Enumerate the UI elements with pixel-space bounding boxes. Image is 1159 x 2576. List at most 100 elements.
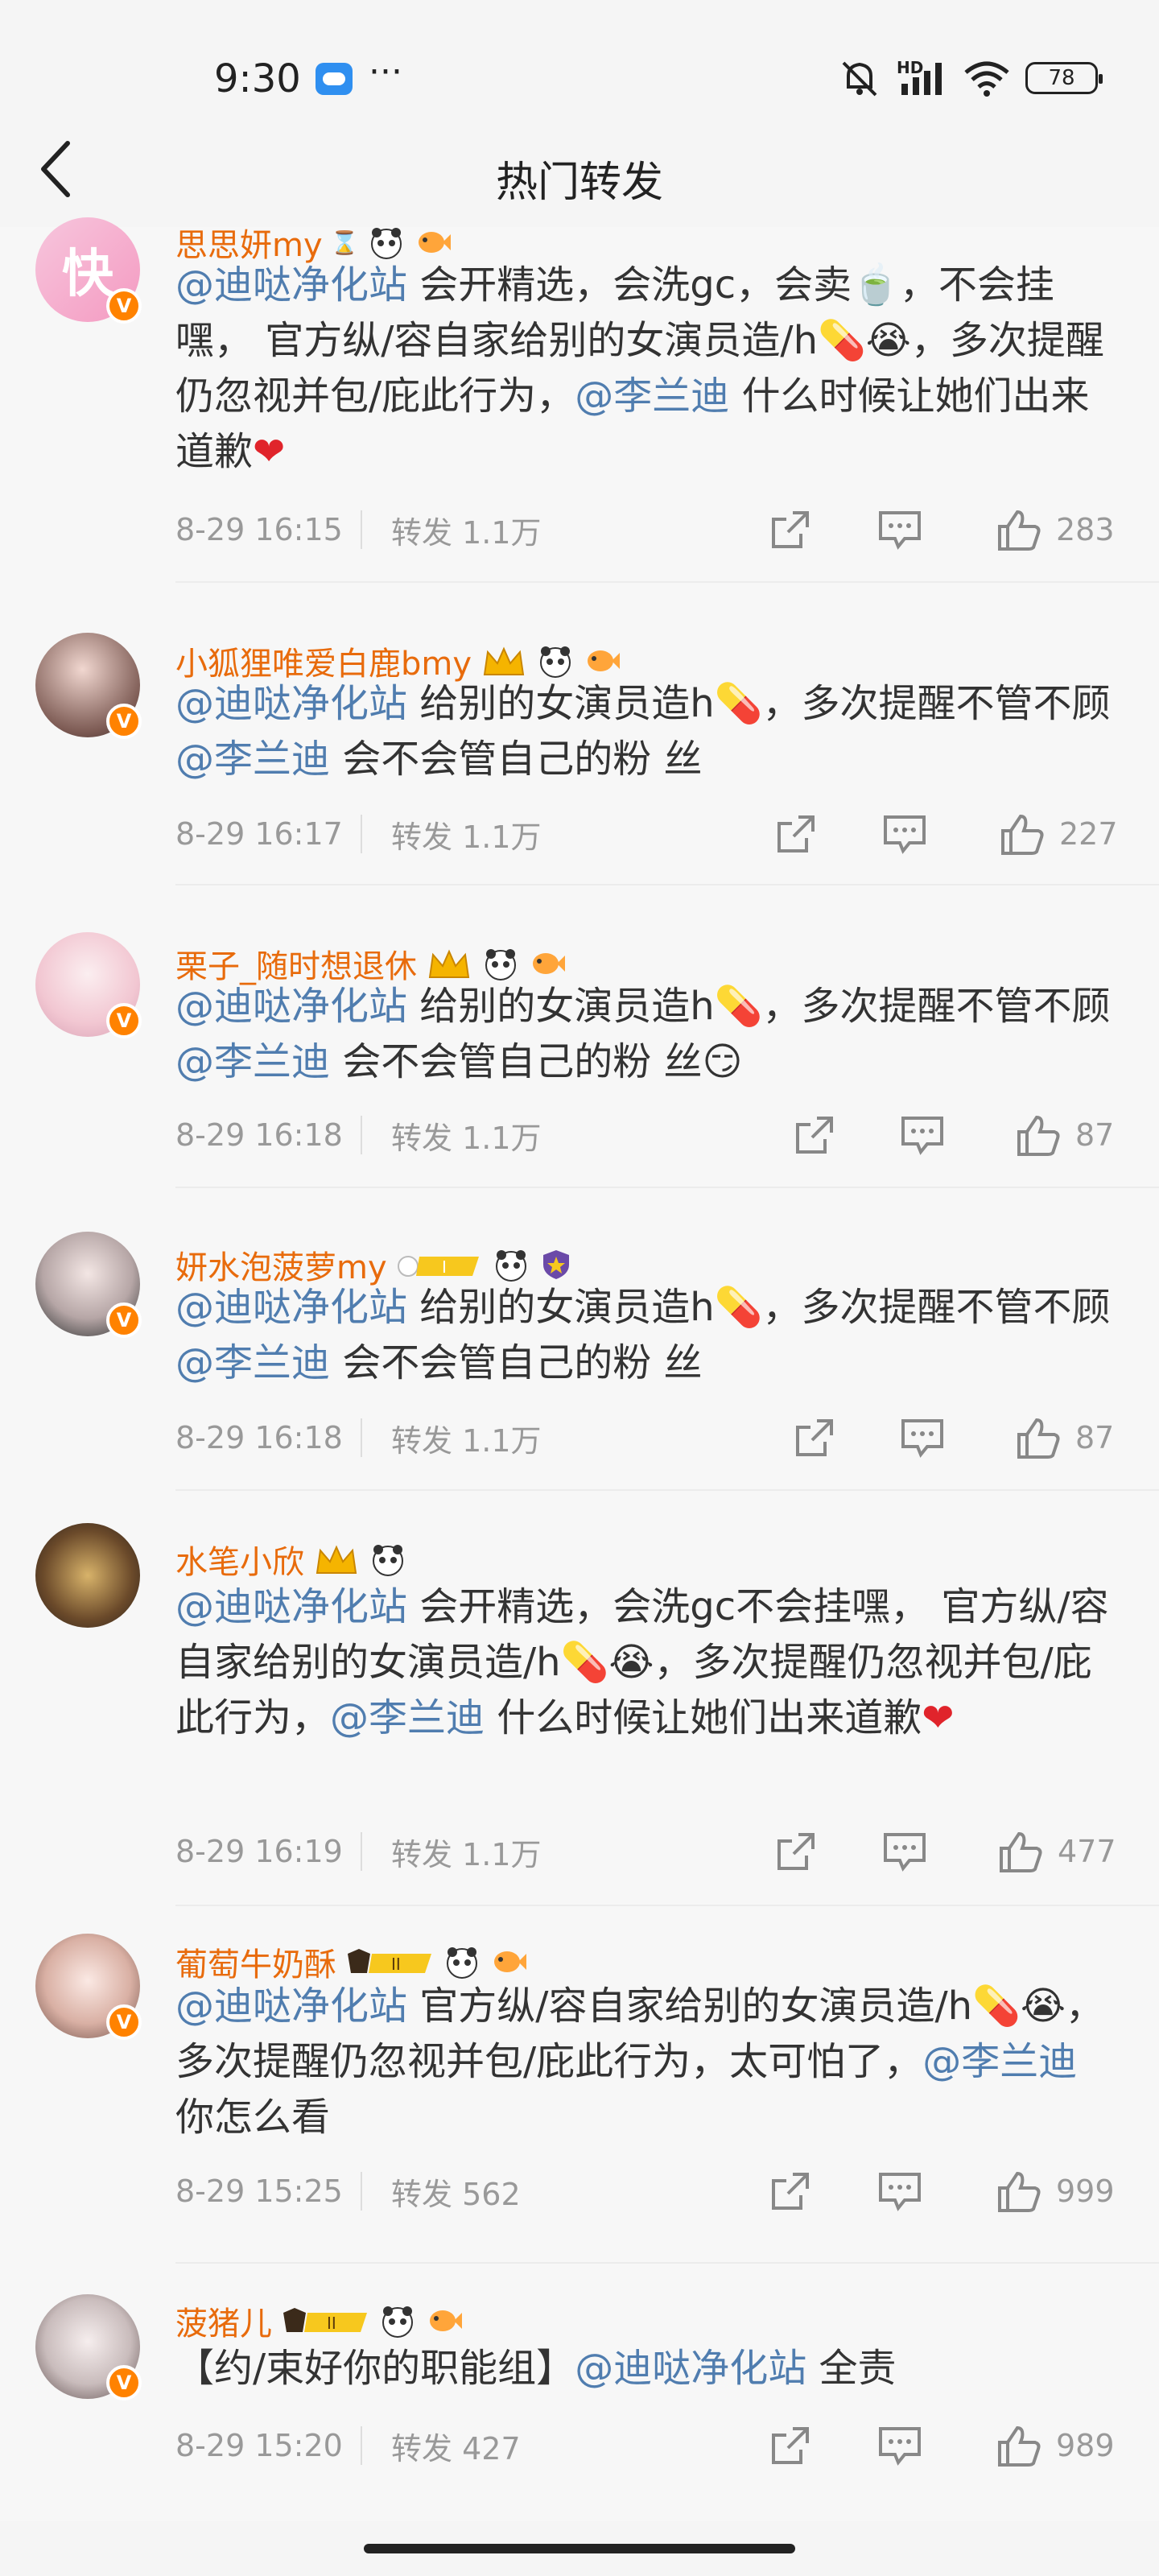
share-icon: [772, 2427, 809, 2464]
verified-badge-icon: V: [106, 2004, 142, 2040]
share-button[interactable]: [769, 2167, 812, 2215]
comment-icon: [879, 511, 921, 550]
comment-button[interactable]: [900, 1111, 945, 1159]
fish-icon: [533, 953, 565, 974]
status-icons: HD 78: [837, 58, 1103, 98]
like-button[interactable]: 999: [996, 2167, 1115, 2215]
battery-icon: 78: [1025, 62, 1103, 94]
comment-text: @迪哒净化站 会开精选，会洗gc，会卖🍵，不会挂嘿， 官方纵/容自家给别的女演员…: [175, 258, 1125, 480]
like-button[interactable]: 283: [996, 506, 1115, 554]
repost-list: 快 V 思思妍my ⌛ @迪哒净化站 会开精选，会洗gc，会卖🍵，不会挂嘿， 官…: [0, 217, 1159, 2521]
text-fragment: 会开精选，会洗gc，会卖: [407, 262, 852, 308]
comment-button[interactable]: [877, 506, 922, 554]
mention-link[interactable]: @李兰迪: [175, 1340, 330, 1385]
comment-text: @迪哒净化站 会开精选，会洗gc不会挂嘿， 官方纵/容自家给别的女演员造/h💊😭…: [175, 1579, 1125, 1746]
text-fragment: ，多次提醒不管不顾: [762, 1285, 1111, 1330]
mention-link[interactable]: @李兰迪: [922, 2039, 1077, 2084]
mention-link[interactable]: @迪哒净化站: [175, 262, 407, 308]
level-badge-icon: I: [397, 1256, 479, 1277]
text-fragment: 会不会管自己的粉 丝: [330, 1039, 703, 1084]
crying-icon: 😭: [865, 318, 911, 363]
avatar[interactable]: V: [35, 1934, 142, 2040]
mention-link[interactable]: @李兰迪: [575, 374, 729, 419]
mention-link[interactable]: @迪哒净化站: [575, 2346, 806, 2391]
page-title: 热门转发: [495, 159, 663, 207]
like-button[interactable]: 227: [1000, 810, 1118, 858]
share-button[interactable]: [769, 2421, 812, 2470]
share-button[interactable]: [769, 506, 812, 554]
avatar[interactable]: [35, 1523, 140, 1628]
separator: [361, 2426, 362, 2465]
share-button[interactable]: [774, 1827, 818, 1876]
list-item[interactable]: 水笔小欣 @迪哒净化站 会开精选，会洗gc不会挂嘿， 官方纵/容自家给别的女演员…: [0, 1491, 1159, 1906]
share-button[interactable]: [793, 1111, 836, 1159]
timestamp: 8-29 15:25: [175, 2174, 343, 2209]
panda-icon: [382, 2306, 413, 2338]
separator: [361, 1116, 362, 1154]
share-button[interactable]: [793, 1414, 836, 1462]
svg-text:II: II: [391, 1955, 401, 1974]
share-button[interactable]: [774, 810, 818, 858]
thumbs-up-icon: [1017, 1418, 1060, 1459]
text-fragment: 官方纵/容自家给别的女演员造/h: [407, 1984, 973, 2029]
mention-link[interactable]: @迪哒净化站: [175, 984, 407, 1029]
avatar[interactable]: 快 V: [35, 217, 142, 324]
comment-button[interactable]: [882, 1827, 927, 1876]
comment-icon: [901, 1419, 943, 1458]
verified-badge-icon: V: [106, 704, 142, 739]
panda-icon: [540, 646, 571, 678]
mention-link[interactable]: @迪哒净化站: [175, 1584, 407, 1629]
avatar[interactable]: V: [35, 1232, 142, 1338]
pill-icon: 💊: [714, 984, 763, 1029]
thumbs-up-icon: [998, 2171, 1041, 2212]
share-icon: [777, 1833, 815, 1870]
mention-link[interactable]: @李兰迪: [175, 737, 330, 782]
username[interactable]: 菠猪儿: [175, 2297, 272, 2344]
avatar[interactable]: V: [35, 633, 142, 739]
home-indicator[interactable]: [364, 2544, 795, 2553]
list-item[interactable]: V 菠猪儿 II 【约/束好你的职能组】@迪哒净化站 全责 8-29 15:20…: [0, 2264, 1159, 2521]
pill-icon: 💊: [560, 1640, 609, 1685]
thumbs-up-icon: [1017, 1115, 1060, 1156]
comment-button[interactable]: [900, 1414, 945, 1462]
like-count: 87: [1075, 1420, 1115, 1455]
timestamp: 8-29 16:17: [175, 816, 343, 852]
like-count: 477: [1058, 1834, 1116, 1869]
crying-icon: 😭: [1020, 1984, 1066, 2029]
hourglass-icon: ⌛: [330, 229, 359, 256]
mention-link[interactable]: @迪哒净化站: [175, 1984, 407, 2029]
like-button[interactable]: 87: [1016, 1414, 1114, 1462]
nav-bar: 热门转发: [0, 129, 1159, 227]
list-item[interactable]: V 葡萄牛奶酥 II @迪哒净化站 官方纵/容自家给别的女演员造/h💊😭，多次提…: [0, 1906, 1159, 2264]
like-button[interactable]: 989: [996, 2421, 1115, 2470]
repost-count: 转发 1.1万: [391, 819, 542, 855]
list-item[interactable]: V 小狐狸唯爱白鹿bmy @迪哒净化站 给别的女演员造h💊，多次提醒不管不顾@李…: [0, 583, 1159, 886]
thumbs-up-icon: [1001, 814, 1044, 855]
mention-link[interactable]: @李兰迪: [330, 1695, 485, 1740]
panda-icon: [370, 228, 402, 259]
comment-button[interactable]: [882, 810, 927, 858]
svg-text:I: I: [442, 1257, 447, 1277]
comment-button[interactable]: [877, 2421, 922, 2470]
list-item[interactable]: V 栗子_随时想退休 @迪哒净化站 给别的女演员造h💊，多次提醒不管不顾@李兰迪…: [0, 886, 1159, 1188]
repost-count: 转发 1.1万: [391, 1836, 542, 1872]
list-item[interactable]: V 妍水泡菠萝my I @迪哒净化站 给别的女演员造h💊，多次提醒不管不顾@李兰…: [0, 1188, 1159, 1491]
like-count: 999: [1056, 2174, 1115, 2209]
username[interactable]: 水笔小欣: [175, 1536, 304, 1583]
like-button[interactable]: 477: [998, 1827, 1116, 1876]
panda-icon: [495, 1250, 526, 1282]
meta-row: 8-29 16:19 转发 1.1万: [175, 1827, 1125, 1876]
separator: [361, 1832, 362, 1871]
mention-link[interactable]: @迪哒净化站: [175, 681, 407, 726]
avatar[interactable]: V: [35, 932, 142, 1038]
cellular-signal-icon: HD: [897, 58, 948, 98]
text-fragment: 会不会管自己的粉 丝: [330, 1340, 703, 1385]
like-button[interactable]: 87: [1016, 1111, 1114, 1159]
list-item[interactable]: 快 V 思思妍my ⌛ @迪哒净化站 会开精选，会洗gc，会卖🍵，不会挂嘿， 官…: [0, 217, 1159, 583]
comment-button[interactable]: [877, 2167, 922, 2215]
text-fragment: 你怎么看: [175, 2095, 331, 2140]
mention-link[interactable]: @迪哒净化站: [175, 1285, 407, 1330]
mention-link[interactable]: @李兰迪: [175, 1039, 330, 1084]
avatar[interactable]: V: [35, 2294, 142, 2401]
tea-icon: 🍵: [852, 262, 900, 308]
